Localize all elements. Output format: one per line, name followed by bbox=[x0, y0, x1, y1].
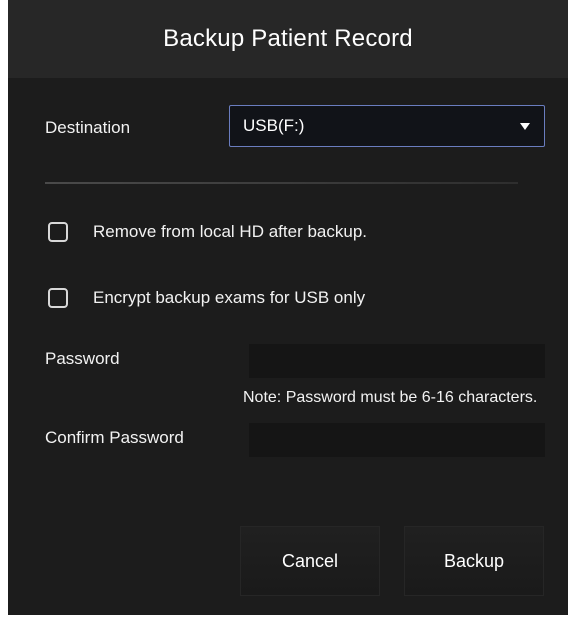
destination-label: Destination bbox=[45, 118, 131, 137]
confirm-password-label: Confirm Password bbox=[45, 428, 184, 447]
encrypt-checkbox[interactable] bbox=[48, 288, 68, 308]
section-divider bbox=[45, 182, 518, 184]
remove-local-checkbox[interactable] bbox=[48, 222, 68, 242]
triangle-down-icon bbox=[520, 123, 530, 130]
destination-selected-value: USB(F:) bbox=[243, 116, 305, 135]
backup-dialog: Backup Patient Record Destination USB(F:… bbox=[8, 0, 568, 615]
dialog-title-bar: Backup Patient Record bbox=[8, 0, 568, 78]
password-note: Note: Password must be 6-16 characters. bbox=[243, 389, 538, 406]
password-label: Password bbox=[45, 349, 120, 368]
destination-select[interactable]: USB(F:) bbox=[229, 105, 545, 147]
encrypt-label: Encrypt backup exams for USB only bbox=[93, 288, 366, 307]
password-input[interactable] bbox=[249, 344, 545, 378]
backup-button[interactable]: Backup bbox=[404, 526, 544, 596]
dialog-title: Backup Patient Record bbox=[163, 25, 413, 52]
cancel-button[interactable]: Cancel bbox=[240, 526, 380, 596]
remove-local-label: Remove from local HD after backup. bbox=[93, 222, 367, 241]
confirm-password-input[interactable] bbox=[249, 423, 545, 457]
